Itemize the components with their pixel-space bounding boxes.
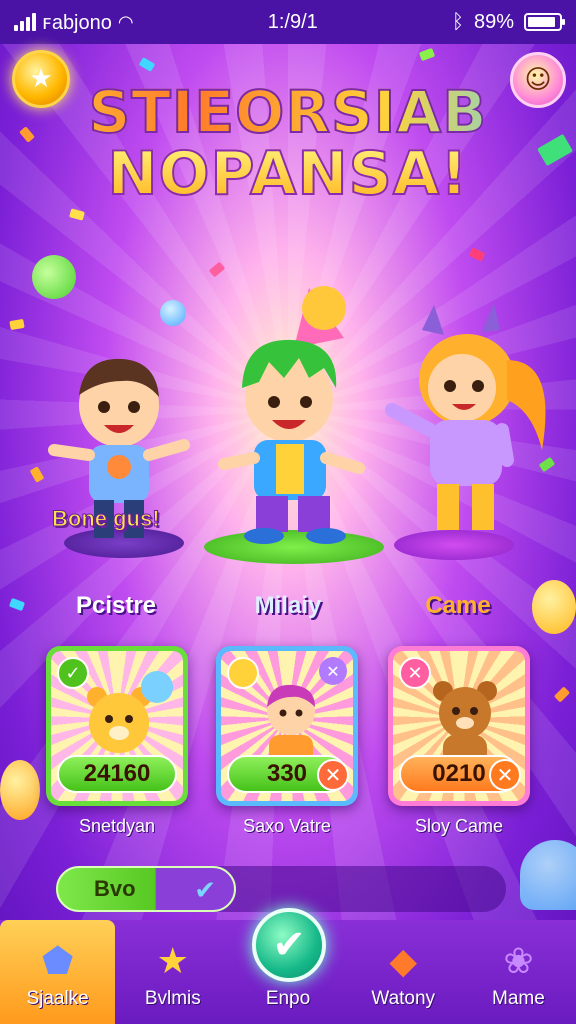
bonus-button[interactable]: Bvo ✔ (56, 866, 236, 912)
card-caption-2: Saxo Vatre (243, 816, 331, 836)
gem-icon: ◆ (389, 941, 418, 982)
card-caption-3: Sloy Came (414, 816, 504, 836)
card-art: ✕ 0210 ✕ (393, 651, 525, 801)
star-icon: ★ (156, 941, 189, 982)
character-name-3: Came (425, 592, 491, 619)
remove-icon[interactable]: ✕ (489, 759, 521, 791)
status-bar: ꜰabjono ◠ 1:/9/1 ᛒ 89% (0, 0, 576, 44)
nav-item-sjaalke[interactable]: ⬟ Sjaalke (0, 920, 116, 1024)
nav-label: Mame (492, 988, 545, 1009)
card-value: 330 (266, 760, 308, 787)
robot-icon (141, 671, 173, 703)
bear-icon (433, 681, 497, 765)
nav-label: Sjaalke (26, 988, 89, 1009)
character-girl[interactable] (382, 300, 562, 550)
reward-card-3[interactable]: ✕ 0210 ✕ (388, 646, 530, 806)
card-art: ✕ 330 ✕ (221, 651, 353, 801)
battery-percent: 89% (473, 10, 514, 33)
bluetooth-icon: ᛒ (451, 10, 464, 33)
battery-fill (527, 17, 555, 27)
title-line-1: STIEORSIAB (0, 81, 576, 144)
confetti (69, 208, 85, 221)
candy-icon: ❀ (503, 941, 534, 982)
coin-decoration (160, 300, 186, 326)
card-art: ✓ 24160 (51, 651, 183, 801)
confetti (9, 318, 25, 331)
confetti (8, 597, 26, 612)
clock: 1:/9/1 (267, 10, 318, 33)
status-right: ᛒ 89% (451, 10, 565, 34)
puzzle-piece-icon: ⬟ (41, 941, 74, 982)
battery-icon (523, 13, 565, 31)
jellyfish-decoration (520, 840, 576, 910)
character-green-hair[interactable] (214, 278, 374, 548)
wifi-icon: ◠ (117, 11, 134, 32)
status-left: ꜰabjono ◠ (14, 10, 134, 35)
card-value: 0210 (432, 760, 486, 787)
card-value-pill: 24160 (57, 755, 177, 793)
checkmark-icon: ✔ (194, 876, 216, 906)
reward-card-2[interactable]: ✕ 330 ✕ (216, 646, 358, 806)
nav-item-watony[interactable]: ◆ Watony (346, 920, 461, 1024)
nav-label: Watony (371, 988, 436, 1009)
character-tag: Bone gus! (52, 506, 161, 532)
confetti (138, 57, 156, 72)
bonus-label: Bvo (94, 876, 136, 901)
checkmark-icon: ✔ (272, 922, 306, 968)
remove-icon[interactable]: ✕ (317, 759, 349, 791)
title-line-2: NOPANSA! (0, 141, 576, 206)
kid-icon (267, 684, 315, 765)
nav-item-bvlmis[interactable]: ★ Bvlmis (115, 920, 230, 1024)
carrier-name: ꜰabjono (42, 11, 112, 34)
card-value: 24160 (83, 760, 151, 787)
nav-label: Bvlmis (144, 988, 201, 1009)
game-title: STIEORSIAB NOPANSA! (0, 81, 576, 207)
confetti (468, 247, 486, 262)
confetti (553, 686, 571, 703)
reward-card-1[interactable]: ✓ 24160 (46, 646, 188, 806)
coin-decoration (0, 760, 40, 820)
play-button[interactable]: ✔ (252, 908, 326, 982)
character-name-2: Milaiy (254, 592, 322, 619)
nav-label: Enpo (265, 988, 311, 1009)
character-name-1: Pcistre (75, 592, 157, 619)
nav-item-mame[interactable]: ❀ Mame (461, 920, 576, 1024)
signal-icon (14, 13, 36, 31)
confetti (418, 47, 436, 62)
coin-decoration (25, 248, 83, 306)
confetti (208, 261, 226, 278)
confetti (29, 466, 45, 483)
card-caption-1: Snetdyan (78, 816, 156, 836)
